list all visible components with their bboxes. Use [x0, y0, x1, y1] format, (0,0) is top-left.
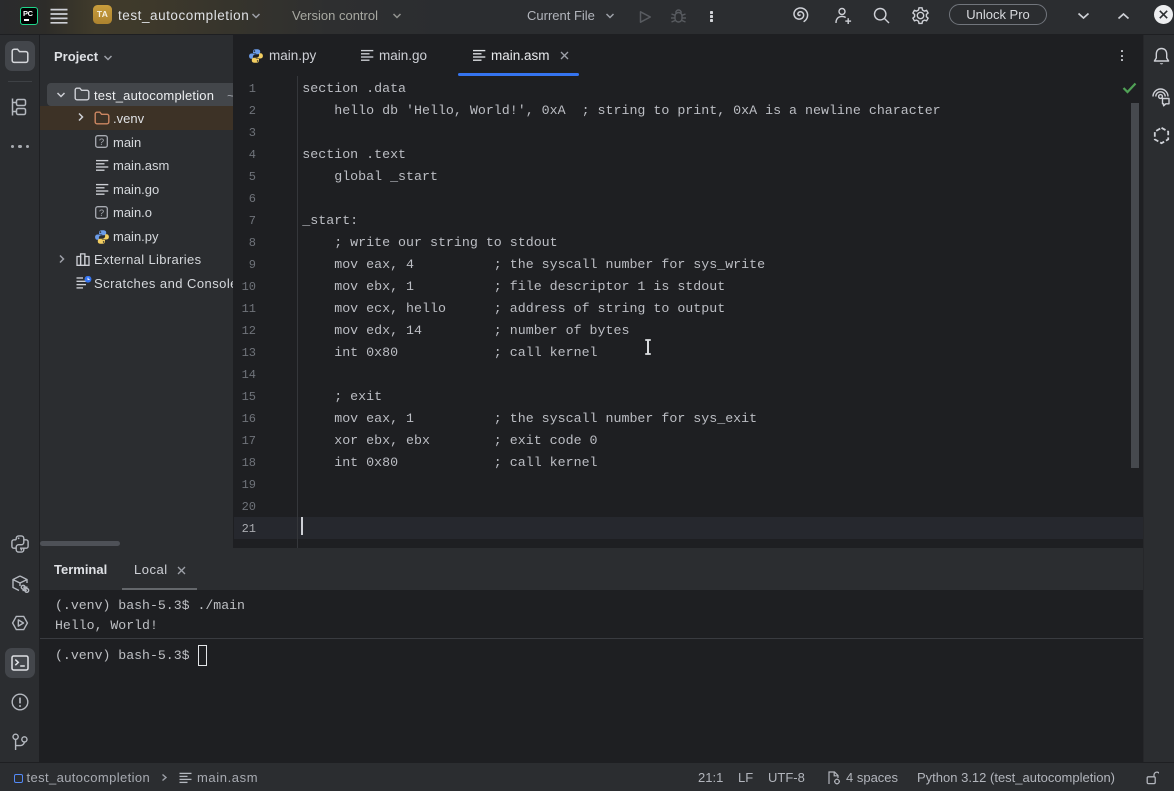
svg-text:?: ?	[99, 208, 104, 219]
svg-text:?: ?	[99, 137, 104, 148]
